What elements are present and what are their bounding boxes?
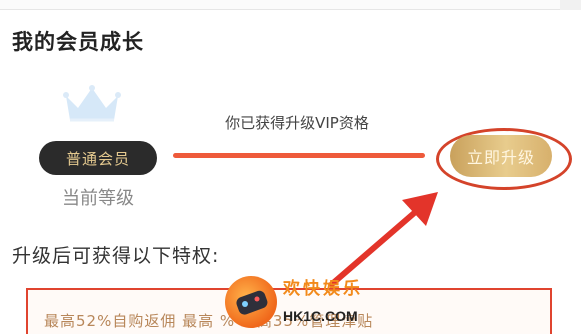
top-card-edge <box>0 0 581 10</box>
watermark-url: HK1C.COM <box>283 308 358 324</box>
section-title: 我的会员成长 <box>12 30 144 54</box>
gamepad-logo <box>225 276 277 328</box>
upgrade-eligibility-caption: 你已获得升级VIP资格 <box>225 114 369 132</box>
current-level-badge: 普通会员 <box>39 141 157 175</box>
watermark: 欢快娱乐 HK1C.COM <box>225 274 385 334</box>
privileges-title: 升级后可获得以下特权: <box>12 245 220 267</box>
current-level-caption: 当前等级 <box>62 188 134 209</box>
previous-card-border <box>0 0 560 10</box>
watermark-title: 欢快娱乐 <box>283 279 363 299</box>
upgrade-now-button[interactable]: 立即升级 <box>450 135 552 177</box>
level-progress-line <box>173 153 425 158</box>
crown-icon <box>63 85 121 122</box>
